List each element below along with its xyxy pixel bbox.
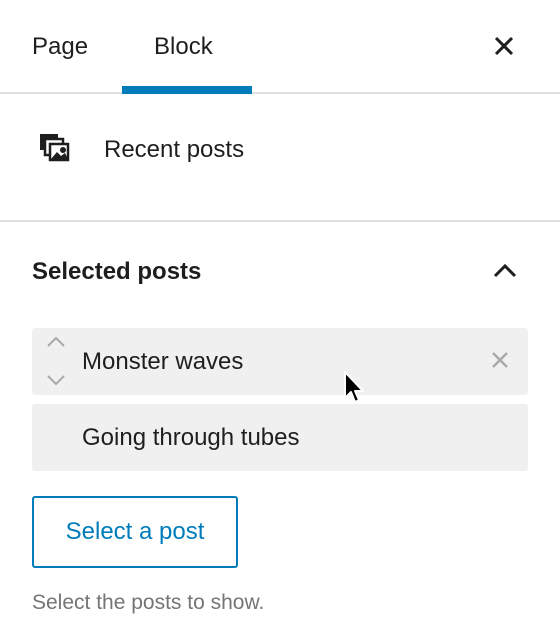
close-icon [494, 36, 514, 56]
select-post-button[interactable]: Select a post [32, 496, 238, 568]
panel-title: Selected posts [32, 258, 202, 285]
move-down-button[interactable] [44, 370, 68, 390]
tab-page[interactable]: Page [32, 0, 88, 94]
block-title: Recent posts [104, 136, 245, 163]
chevron-down-icon [47, 375, 65, 386]
active-tab-indicator [122, 86, 252, 94]
selected-post-item[interactable]: Going through tubes [32, 404, 528, 471]
help-text: Select the posts to show. [32, 591, 265, 614]
post-title: Monster waves [82, 348, 244, 375]
post-title: Going through tubes [82, 424, 300, 451]
sidebar-tabs: Page Block [0, 0, 560, 94]
chevron-up-icon [493, 263, 517, 278]
move-up-button[interactable] [44, 332, 68, 352]
tab-block[interactable]: Block [154, 0, 213, 94]
gallery-icon [40, 134, 70, 162]
close-icon [492, 352, 508, 368]
selected-posts-panel-toggle[interactable]: Selected posts [0, 222, 560, 318]
close-button[interactable] [486, 28, 522, 64]
block-card: Recent posts [0, 94, 560, 222]
chevron-up-icon [47, 336, 65, 347]
remove-post-button[interactable] [488, 348, 512, 372]
selected-post-item[interactable]: Monster waves [32, 328, 528, 395]
